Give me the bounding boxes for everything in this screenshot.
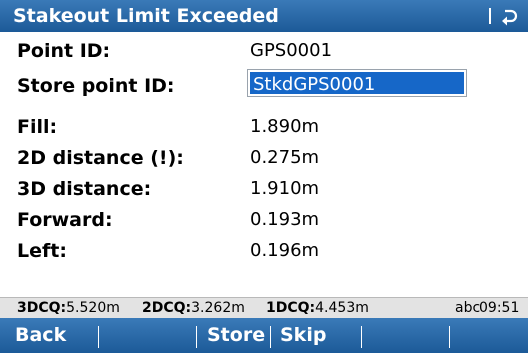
status-1dcq: 1DCQ:4.453m [266, 298, 369, 318]
back-button[interactable]: Back [15, 318, 66, 353]
softkey-divider [449, 326, 450, 348]
status-1dcq-label: 1DCQ: [266, 300, 316, 316]
distance-2d-row: 2D distance (!): 0.275m [0, 143, 528, 173]
left-label: Left: [17, 240, 67, 262]
status-bar: 3DCQ:5.520m 2DCQ:3.262m 1DCQ:4.453m abc … [0, 297, 528, 318]
store-point-id-value: StkdGPS0001 [253, 74, 376, 95]
softkey-divider [361, 326, 362, 348]
return-arrow-icon[interactable] [499, 5, 519, 27]
title-divider [489, 8, 491, 24]
status-3dcq-value: 5.520m [66, 300, 120, 316]
forward-label: Forward: [17, 209, 113, 231]
status-2dcq-value: 3.262m [191, 300, 245, 316]
input-selection-highlight: StkdGPS0001 [250, 72, 464, 95]
forward-value: 0.193m [250, 209, 320, 230]
store-button[interactable]: Store [207, 318, 265, 353]
status-2dcq: 2DCQ:3.262m [142, 298, 245, 318]
fill-label: Fill: [17, 116, 58, 138]
softkey-bar: Back Store Skip [0, 318, 528, 353]
fill-value: 1.890m [250, 116, 320, 137]
distance-2d-label: 2D distance (!): [17, 147, 184, 169]
point-id-label: Point ID: [17, 40, 111, 62]
store-point-id-input[interactable]: StkdGPS0001 [247, 69, 467, 97]
status-2dcq-label: 2DCQ: [142, 300, 192, 316]
status-3dcq: 3DCQ:5.520m [17, 298, 120, 318]
softkey-divider [196, 326, 197, 348]
title-bar: Stakeout Limit Exceeded [0, 0, 528, 32]
forward-row: Forward: 0.193m [0, 205, 528, 235]
input-mode-indicator: abc [455, 300, 481, 316]
status-time: 09:51 [479, 300, 520, 316]
skip-button[interactable]: Skip [280, 318, 326, 353]
status-3dcq-label: 3DCQ: [17, 300, 67, 316]
distance-3d-row: 3D distance: 1.910m [0, 174, 528, 204]
point-id-value: GPS0001 [250, 40, 333, 61]
softkey-divider [98, 326, 99, 348]
point-id-row: Point ID: GPS0001 [0, 36, 528, 66]
store-point-id-label: Store point ID: [17, 75, 175, 97]
status-1dcq-value: 4.453m [315, 300, 369, 316]
fill-row: Fill: 1.890m [0, 112, 528, 142]
distance-3d-value: 1.910m [250, 178, 320, 199]
distance-3d-label: 3D distance: [17, 178, 152, 200]
left-row: Left: 0.196m [0, 236, 528, 266]
left-value: 0.196m [250, 240, 320, 261]
dialog-title: Stakeout Limit Exceeded [13, 5, 279, 27]
distance-2d-value: 0.275m [250, 147, 320, 168]
softkey-divider [270, 326, 271, 348]
store-point-id-row: Store point ID: StkdGPS0001 [0, 69, 528, 99]
